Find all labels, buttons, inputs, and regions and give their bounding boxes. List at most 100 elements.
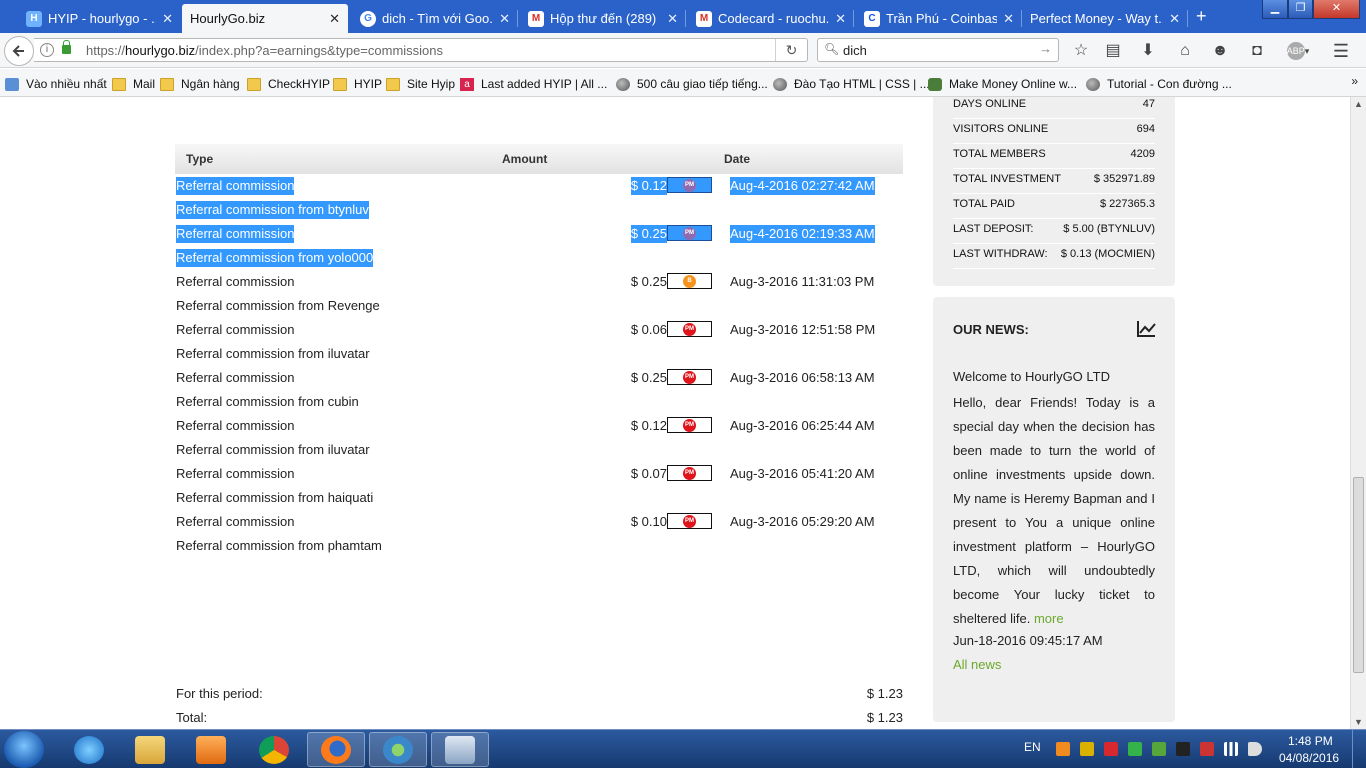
bookmark-folder-site-hyip[interactable]: Site Hyip xyxy=(386,75,455,93)
taskbar-app-spinner[interactable] xyxy=(369,732,427,767)
app-icon xyxy=(383,735,413,764)
tab-title: HYIP - hourlygo - ... xyxy=(48,11,157,26)
signal-strength-icon[interactable] xyxy=(1224,742,1238,756)
volume-icon[interactable] xyxy=(1248,742,1262,756)
tab-perfect-money[interactable]: Perfect Money - Way t... ✕ xyxy=(1022,4,1188,33)
row-amount: $ 0.12 xyxy=(630,177,667,195)
bookmarks-overflow-chevron-icon[interactable]: » xyxy=(1351,74,1358,88)
news-more-link[interactable]: more xyxy=(1034,611,1064,626)
hyip-favicon-icon: H xyxy=(26,10,42,27)
bookmark-last-added-hyip[interactable]: a Last added HYIP | All ... xyxy=(460,75,607,93)
taskbar-file-explorer[interactable] xyxy=(121,732,179,767)
reload-icon[interactable]: ↻ xyxy=(775,39,807,61)
show-desktop-button[interactable] xyxy=(1352,730,1366,768)
tray-network-icon[interactable] xyxy=(1152,742,1166,756)
search-go-arrow-icon[interactable]: → xyxy=(1039,41,1052,56)
taskbar-calculator[interactable] xyxy=(431,732,489,767)
back-button[interactable] xyxy=(4,36,34,66)
close-tab-icon[interactable]: ✕ xyxy=(499,11,510,27)
tab-coinbase[interactable]: C Trần Phú - Coinbase ✕ xyxy=(856,4,1022,33)
menu-hamburger-icon[interactable]: ☰ xyxy=(1331,41,1351,61)
scroll-down-arrow-icon[interactable]: ▼ xyxy=(1354,717,1363,727)
tab-gmail-codecard[interactable]: M Codecard - ruochu... ✕ xyxy=(688,4,854,33)
bookmarks-toolbar: Vào nhiều nhất Mail Ngân hàng CheckHYIP … xyxy=(0,69,1366,97)
downloads-icon[interactable]: ⬇ xyxy=(1138,41,1158,61)
bookmark-tutorial[interactable]: Tutorial - Con đường ... xyxy=(1086,75,1232,93)
bookmark-folder-hyip[interactable]: HYIP xyxy=(333,75,382,93)
bookmark-star-icon[interactable]: ☆ xyxy=(1071,41,1091,61)
home-icon[interactable]: ⌂ xyxy=(1175,41,1195,61)
payment-system-badge: PM xyxy=(667,225,712,241)
table-row: Referral commission $ 0.25 PM Aug-3-2016 06… xyxy=(175,366,903,390)
close-tab-icon[interactable]: ✕ xyxy=(1169,11,1180,27)
address-bar[interactable]: i https://hourlygo.biz/index.php?a=earni… xyxy=(34,38,808,62)
close-tab-icon[interactable]: ✕ xyxy=(329,11,340,27)
maximize-window-button[interactable]: ❐ xyxy=(1288,0,1313,19)
pocket-icon[interactable]: ◘ xyxy=(1247,41,1267,61)
tray-app-icon[interactable] xyxy=(1080,742,1094,756)
bookmark-make-money[interactable]: Make Money Online w... xyxy=(928,75,1077,93)
url-text[interactable]: https://hourlygo.biz/index.php?a=earning… xyxy=(86,43,443,58)
close-tab-icon[interactable]: ✕ xyxy=(667,11,678,27)
tray-shield-icon[interactable] xyxy=(1128,742,1142,756)
perfect-money-icon: PM xyxy=(683,323,696,336)
bookmarks-library-icon[interactable]: ▤ xyxy=(1103,41,1123,61)
tray-flag-icon[interactable] xyxy=(1200,742,1214,756)
tab-hourlygo-biz[interactable]: HourlyGo.biz ✕ xyxy=(182,4,348,33)
scroll-up-arrow-icon[interactable]: ▲ xyxy=(1354,99,1363,109)
stat-label: TOTAL PAID xyxy=(953,198,1015,210)
bookmark-most-visited[interactable]: Vào nhiều nhất xyxy=(5,75,107,93)
clock-time[interactable]: 1:48 PM xyxy=(1288,734,1333,748)
bookmark-folder-checkhyip[interactable]: CheckHYIP xyxy=(247,75,330,93)
table-row-description: Referral commission from iluvatar xyxy=(175,438,903,462)
close-tab-icon[interactable]: ✕ xyxy=(162,11,173,27)
tray-app-icon[interactable] xyxy=(1176,742,1190,756)
tab-gmail-inbox[interactable]: M Hộp thư đến (289) ... ✕ xyxy=(520,4,686,33)
page-scrollbar[interactable]: ▲ ▼ xyxy=(1350,97,1366,729)
tab-title: Trần Phú - Coinbase xyxy=(886,11,998,26)
all-news-link[interactable]: All news xyxy=(953,657,1001,672)
row-amount: $ 0.12 xyxy=(630,418,667,433)
bookmark-label: Site Hyip xyxy=(407,77,456,91)
bookmark-html-css[interactable]: Đào Tạo HTML | CSS | ... xyxy=(773,75,930,93)
tab-separator xyxy=(853,10,854,27)
close-window-button[interactable]: ✕ xyxy=(1313,0,1360,19)
input-language[interactable]: EN xyxy=(1024,740,1041,754)
site-info-icon[interactable]: i xyxy=(40,43,54,57)
tray-app-icon[interactable] xyxy=(1056,742,1070,756)
tray-antivirus-icon[interactable] xyxy=(1104,742,1118,756)
start-button[interactable] xyxy=(4,731,44,768)
row-date: Aug-3-2016 05:41:20 AM xyxy=(730,466,875,481)
media-player-icon xyxy=(196,735,226,764)
taskbar-internet-explorer[interactable] xyxy=(60,732,118,767)
hello-chat-icon[interactable]: ☻ xyxy=(1210,41,1230,61)
bookmark-folder-bank[interactable]: Ngân hàng xyxy=(160,75,240,93)
tab-hyip-hourlygo[interactable]: H HYIP - hourlygo - ... ✕ xyxy=(18,4,181,33)
firefox-icon xyxy=(321,735,351,764)
taskbar-media-player[interactable] xyxy=(182,732,240,767)
column-header-amount[interactable]: Amount xyxy=(491,144,713,174)
column-header-type[interactable]: Type xyxy=(175,144,491,174)
stat-row: LAST DEPOSIT: $ 5.00 (BTYNLUV) xyxy=(953,219,1155,244)
row-type: Referral commission xyxy=(176,225,295,243)
stat-value: 4209 xyxy=(1130,148,1155,160)
search-input[interactable]: dich xyxy=(843,43,867,58)
bookmark-folder-mail[interactable]: Mail xyxy=(112,75,155,93)
bookmark-500-phrases[interactable]: 500 câu giao tiếp tiếng... xyxy=(616,75,768,93)
clock-date[interactable]: 04/08/2016 xyxy=(1279,751,1339,765)
taskbar-firefox[interactable] xyxy=(307,732,365,767)
table-row: Referral commission $ 0.12 PM Aug-3-2016 06… xyxy=(175,414,903,438)
search-bar[interactable]: 🔍︎ dich → xyxy=(817,38,1059,62)
new-tab-button[interactable]: + xyxy=(1196,6,1207,27)
secure-lock-icon[interactable] xyxy=(62,40,71,54)
close-tab-icon[interactable]: ✕ xyxy=(835,11,846,27)
column-header-date[interactable]: Date xyxy=(713,144,903,174)
tab-google-search[interactable]: G dich - Tìm với Goo... ✕ xyxy=(352,4,518,33)
adblock-plus-icon[interactable]: ABP▾ xyxy=(1283,41,1313,61)
minimize-window-button[interactable]: ▁ xyxy=(1262,0,1288,19)
taskbar-chrome[interactable] xyxy=(245,732,303,767)
stat-row: LAST WITHDRAW: $ 0.13 (MOCMIEN) xyxy=(953,244,1155,269)
stat-label: LAST WITHDRAW: xyxy=(953,248,1048,260)
close-tab-icon[interactable]: ✕ xyxy=(1003,11,1014,27)
scrollbar-thumb[interactable] xyxy=(1353,477,1364,673)
